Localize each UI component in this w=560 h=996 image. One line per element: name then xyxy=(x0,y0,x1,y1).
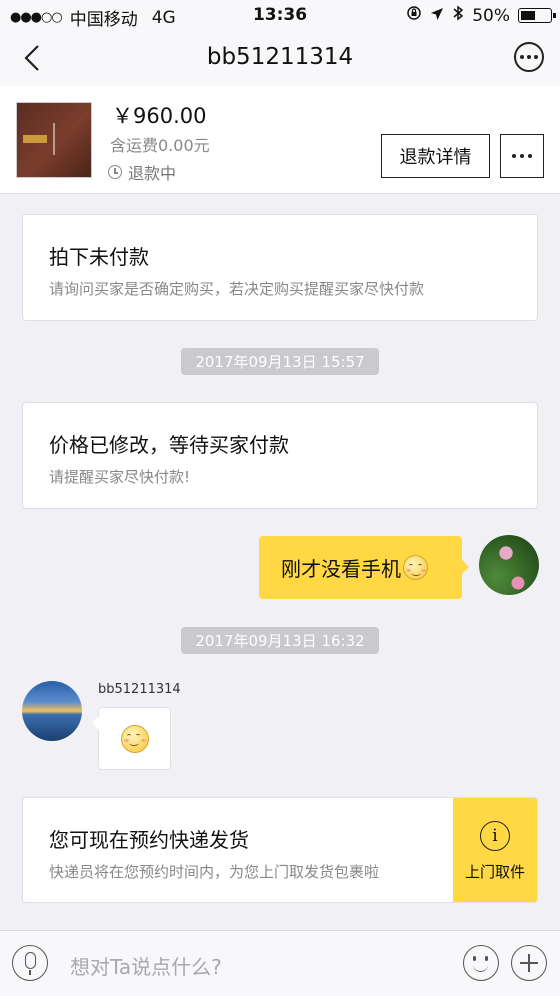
timestamp-pill: 2017年09月13日 15:57 xyxy=(181,348,379,375)
price-modified-text: 请提醒买家尽快付款! xyxy=(49,468,191,486)
my-message-bubble[interactable]: 刚才没看手机 xyxy=(259,536,469,599)
location-icon xyxy=(430,6,444,26)
pickup-title: 您可现在预约快递发货 xyxy=(49,828,249,852)
door-pickup-button[interactable]: i 上门取件 xyxy=(453,798,537,902)
product-thumbnail[interactable] xyxy=(16,102,92,178)
price-modified-card: 价格已修改，等待买家付款 请提醒买家尽快付款! xyxy=(22,402,538,509)
courier-pickup-card: 您可现在预约快递发货 快递员将在您预约时间内，为您上门取发货包裹啦 i 上门取件 xyxy=(22,797,538,903)
unpaid-title: 拍下未付款 xyxy=(49,245,149,269)
clock-icon xyxy=(108,165,122,179)
grin-emoji-icon xyxy=(120,724,149,753)
input-bar: 想对Ta说点什么? xyxy=(0,930,560,996)
product-more-button[interactable] xyxy=(500,134,544,178)
bluetooth-icon xyxy=(452,5,464,26)
nav-bar: bb51211314 xyxy=(0,30,560,86)
shipping-fee: 含运费0.00元 xyxy=(110,136,210,155)
info-icon: i xyxy=(480,820,510,851)
refund-status: 退款中 xyxy=(108,160,176,184)
product-price: ￥960.00 xyxy=(112,104,207,128)
refund-details-button[interactable]: 退款详情 xyxy=(381,134,490,178)
timestamp-pill: 2017年09月13日 16:32 xyxy=(181,627,379,654)
orientation-lock-icon xyxy=(406,5,422,26)
price-modified-title: 价格已修改，等待买家付款 xyxy=(49,433,289,457)
my-message-text: 刚才没看手机 xyxy=(281,557,401,581)
emoji-icon[interactable] xyxy=(463,945,499,981)
battery-percent: 50% xyxy=(472,5,510,26)
unpaid-notice-card: 拍下未付款 请询问买家是否确定购买，若决定购买提醒买家尽快付款 xyxy=(22,214,538,321)
door-pickup-label: 上门取件 xyxy=(464,862,525,881)
pickup-text: 快递员将在您预约时间内，为您上门取发货包裹啦 xyxy=(49,863,380,881)
chat-title: bb51211314 xyxy=(206,44,354,70)
unpaid-text: 请询问买家是否确定购买，若决定购买提醒买家尽快付款 xyxy=(49,280,425,298)
microphone-icon[interactable] xyxy=(12,945,48,981)
smile-emoji-icon xyxy=(403,555,428,580)
buyer-avatar[interactable] xyxy=(22,681,82,741)
plus-icon[interactable] xyxy=(511,945,547,981)
more-options-button[interactable] xyxy=(514,42,544,72)
sender-name: bb51211314 xyxy=(98,682,181,697)
refund-status-label: 退款中 xyxy=(128,164,177,183)
buyer-message-bubble[interactable] xyxy=(92,707,171,770)
battery-icon xyxy=(518,8,556,23)
my-avatar[interactable] xyxy=(479,535,539,595)
status-bar: ●●●○○ 中国移动 4G 13:36 50% xyxy=(0,0,560,30)
message-input[interactable]: 想对Ta说点什么? xyxy=(70,951,222,980)
product-bar: ￥960.00 含运费0.00元 退款中 退款详情 xyxy=(0,86,560,194)
